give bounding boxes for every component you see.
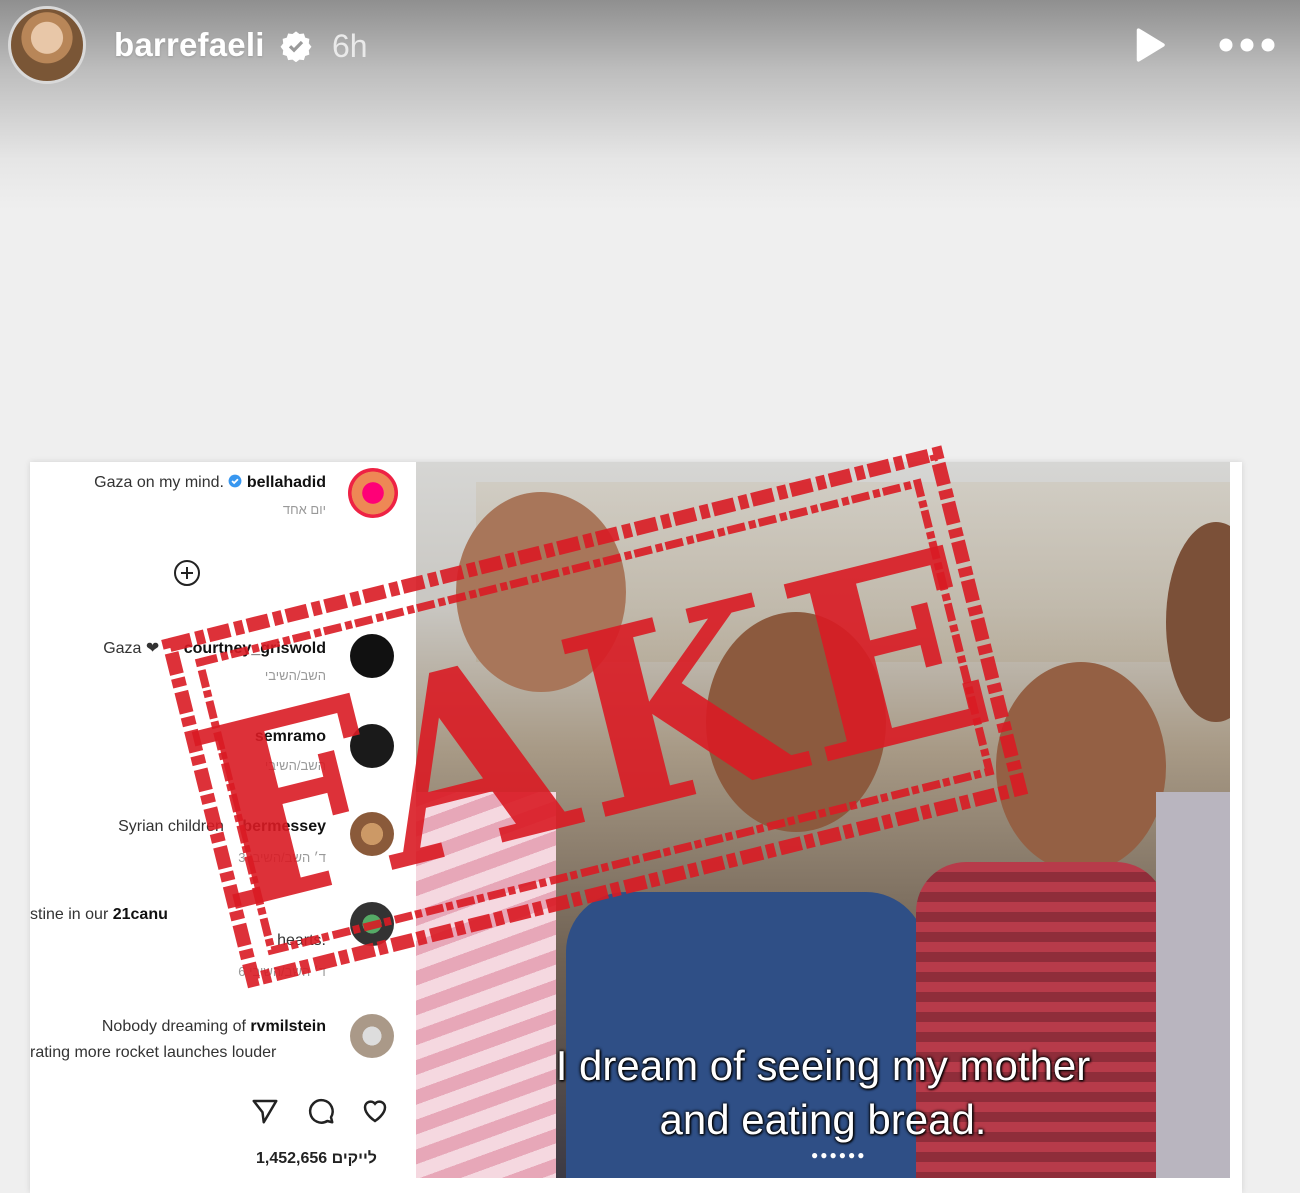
comment-avatar <box>350 812 394 856</box>
child-face <box>456 492 626 692</box>
comment-text: semramo <box>254 728 326 745</box>
comment-text-continued: rating more rocket launches louder <box>30 1044 277 1061</box>
post-photo[interactable]: I dream of seeing my mother and eating b… <box>416 462 1230 1178</box>
comment-meta: 6 ד׳ השב/השיבי <box>238 964 326 979</box>
comment-text: Gaza on my mind. bellahadid <box>94 474 326 491</box>
child-face <box>706 612 886 832</box>
comment-text: stine in our 21canu <box>30 906 168 923</box>
comment-text: Nobody dreaming of rvmilstein <box>101 1018 326 1035</box>
carousel-dots: ●●●●●● <box>811 1148 867 1162</box>
comment-meta: 3 ד׳ השב/השיבי <box>238 850 326 865</box>
more-icon[interactable] <box>1216 34 1278 56</box>
video-caption-line-2: and eating bread. <box>659 1096 987 1143</box>
child-face <box>996 662 1166 872</box>
comment-meta: יום אחד <box>282 502 326 517</box>
like-icon[interactable] <box>360 1096 390 1126</box>
comment-avatar <box>350 1014 394 1058</box>
verified-badge-icon <box>229 474 242 488</box>
share-icon[interactable] <box>250 1096 280 1126</box>
likes-count: 1,452,656 לייקים <box>256 1150 377 1167</box>
comment-meta: השב/השיבי <box>264 758 326 773</box>
comments-panel: Gaza on my mind. bellahadid יום אחד Gaza… <box>30 462 416 1193</box>
username[interactable]: barrefaeli <box>114 26 265 64</box>
story-header: barrefaeli 6h <box>0 0 1300 95</box>
shared-post-screenshot: Gaza on my mind. bellahadid יום אחד Gaza… <box>30 462 1242 1193</box>
video-caption-line-1: I dream of seeing my mother <box>555 1042 1091 1089</box>
comment-text: Syrian children bermessey <box>118 818 326 835</box>
add-icon[interactable] <box>172 558 202 588</box>
play-icon[interactable] <box>1128 24 1170 66</box>
profile-avatar[interactable] <box>8 6 86 84</box>
comment-icon[interactable] <box>306 1096 336 1126</box>
comment-text: Gaza ❤ courtney_griswold <box>103 640 326 657</box>
comment-avatar <box>350 902 394 946</box>
comment-text-continued: hearts. <box>277 932 326 949</box>
verified-badge-icon <box>280 31 312 62</box>
comment-avatar <box>348 468 398 518</box>
comment-meta: השב/השיבי <box>264 668 326 683</box>
comment-avatar <box>350 724 394 768</box>
post-time: 6h <box>332 28 368 64</box>
comment-avatar <box>350 634 394 678</box>
